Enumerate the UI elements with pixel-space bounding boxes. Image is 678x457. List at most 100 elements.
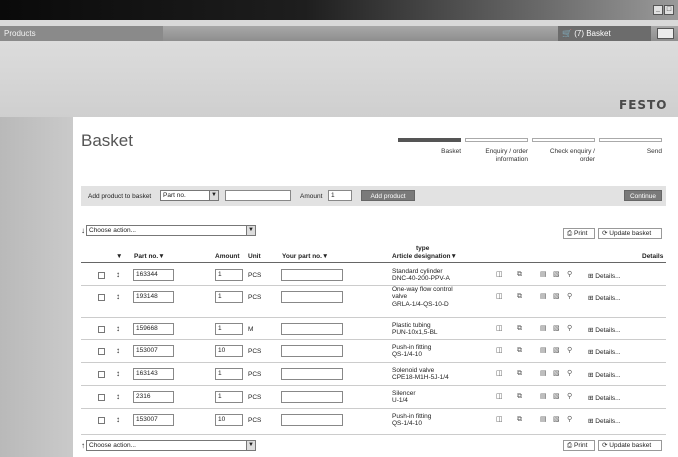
delete-icon[interactable]: ▧ bbox=[553, 293, 560, 301]
copy-icon[interactable]: ⧉ bbox=[517, 370, 522, 378]
copy-icon[interactable]: ⧉ bbox=[517, 347, 522, 355]
reorder-updown-icon[interactable]: ↕ bbox=[116, 325, 120, 333]
row-part-no[interactable]: 163143 bbox=[133, 368, 174, 380]
reorder-updown-icon[interactable]: ↕ bbox=[116, 271, 120, 279]
row-your-part-no-input[interactable] bbox=[281, 391, 343, 403]
row-amount-input[interactable]: 1 bbox=[215, 391, 243, 403]
reorder-updown-icon[interactable]: ↕ bbox=[116, 370, 120, 378]
row-your-part-no-input[interactable] bbox=[281, 414, 343, 426]
add-to-cart-icon[interactable]: ◫ bbox=[496, 416, 503, 424]
comment-icon[interactable]: ⚲ bbox=[567, 347, 572, 355]
comment-icon[interactable]: ⚲ bbox=[567, 416, 572, 424]
delete-icon[interactable]: ▧ bbox=[553, 325, 560, 333]
choose-action-select-bottom[interactable]: Choose action... ▼ bbox=[86, 440, 256, 451]
part-type-select[interactable]: Part no. ▼ bbox=[160, 190, 219, 201]
details-link[interactable]: ⊞ Details... bbox=[588, 417, 621, 425]
product-image-icon[interactable]: ▤ bbox=[540, 347, 547, 355]
continue-button[interactable]: Continue bbox=[624, 190, 662, 201]
comment-icon[interactable]: ⚲ bbox=[567, 293, 572, 301]
print-button-top[interactable]: ⎙ Print bbox=[563, 228, 595, 239]
reorder-updown-icon[interactable]: ↕ bbox=[116, 293, 120, 301]
restore-button[interactable]: □ bbox=[664, 5, 674, 15]
add-to-cart-icon[interactable]: ◫ bbox=[496, 393, 503, 401]
add-to-cart-icon[interactable]: ◫ bbox=[496, 370, 503, 378]
details-link[interactable]: ⊞ Details... bbox=[588, 348, 621, 356]
delete-icon[interactable]: ▧ bbox=[553, 393, 560, 401]
product-image-icon[interactable]: ▤ bbox=[540, 271, 547, 279]
comment-icon[interactable]: ⚲ bbox=[567, 393, 572, 401]
row-amount-input[interactable]: 1 bbox=[215, 323, 243, 335]
row-part-no[interactable]: 159668 bbox=[133, 323, 174, 335]
row-amount-input[interactable]: 1 bbox=[215, 269, 243, 281]
row-checkbox[interactable] bbox=[98, 294, 105, 301]
copy-icon[interactable]: ⧉ bbox=[517, 271, 522, 279]
row-checkbox[interactable] bbox=[98, 272, 105, 279]
update-basket-button-top[interactable]: ⟳ Update basket bbox=[598, 228, 662, 239]
sort-caret-icon[interactable]: ▼ bbox=[116, 253, 122, 260]
row-your-part-no-input[interactable] bbox=[281, 323, 343, 335]
product-image-icon[interactable]: ▤ bbox=[540, 393, 547, 401]
row-your-part-no-input[interactable] bbox=[281, 345, 343, 357]
copy-icon[interactable]: ⧉ bbox=[517, 293, 522, 301]
row-your-part-no-input[interactable] bbox=[281, 368, 343, 380]
row-checkbox[interactable] bbox=[98, 326, 105, 333]
tab-products[interactable]: Products bbox=[0, 26, 163, 41]
reorder-updown-icon[interactable]: ↕ bbox=[116, 347, 120, 355]
tab-extra-box[interactable] bbox=[657, 28, 674, 39]
add-to-cart-icon[interactable]: ◫ bbox=[496, 293, 503, 301]
row-checkbox[interactable] bbox=[98, 417, 105, 424]
reorder-updown-icon[interactable]: ↕ bbox=[116, 393, 120, 401]
row-divider bbox=[81, 385, 666, 386]
tab-basket[interactable]: 🛒 (7) Basket bbox=[558, 26, 651, 41]
product-image-icon[interactable]: ▤ bbox=[540, 325, 547, 333]
update-basket-button-bottom[interactable]: ⟳ Update basket bbox=[598, 440, 662, 451]
details-label: Details... bbox=[595, 372, 621, 379]
details-link[interactable]: ⊞ Details... bbox=[588, 326, 621, 334]
row-checkbox[interactable] bbox=[98, 348, 105, 355]
choose-action-select-top[interactable]: Choose action... ▼ bbox=[86, 225, 256, 236]
step-bar-basket bbox=[398, 138, 461, 142]
row-amount-input[interactable]: 1 bbox=[215, 291, 243, 303]
row-amount-input[interactable]: 1 bbox=[215, 368, 243, 380]
header-article[interactable]: Article designation▼ bbox=[392, 253, 457, 260]
row-part-no[interactable]: 2316 bbox=[133, 391, 174, 403]
details-link[interactable]: ⊞ Details... bbox=[588, 371, 621, 379]
row-amount-input[interactable]: 10 bbox=[215, 345, 243, 357]
add-to-cart-icon[interactable]: ◫ bbox=[496, 325, 503, 333]
reorder-updown-icon[interactable]: ↕ bbox=[116, 416, 120, 424]
copy-icon[interactable]: ⧉ bbox=[517, 416, 522, 424]
minimize-button[interactable]: _ bbox=[653, 5, 663, 15]
comment-icon[interactable]: ⚲ bbox=[567, 370, 572, 378]
delete-icon[interactable]: ▧ bbox=[553, 347, 560, 355]
row-your-part-no-input[interactable] bbox=[281, 291, 343, 303]
add-product-button[interactable]: Add product bbox=[361, 190, 415, 201]
add-to-cart-icon[interactable]: ◫ bbox=[496, 271, 503, 279]
row-part-no[interactable]: 153007 bbox=[133, 345, 174, 357]
row-part-no[interactable]: 193148 bbox=[133, 291, 174, 303]
row-part-no[interactable]: 163344 bbox=[133, 269, 174, 281]
print-button-bottom[interactable]: ⎙ Print bbox=[563, 440, 595, 451]
header-your-part-no[interactable]: Your part no.▼ bbox=[282, 253, 328, 260]
add-to-cart-icon[interactable]: ◫ bbox=[496, 347, 503, 355]
row-your-part-no-input[interactable] bbox=[281, 269, 343, 281]
row-checkbox[interactable] bbox=[98, 394, 105, 401]
comment-icon[interactable]: ⚲ bbox=[567, 325, 572, 333]
delete-icon[interactable]: ▧ bbox=[553, 370, 560, 378]
amount-input[interactable]: 1 bbox=[328, 190, 352, 201]
row-part-no[interactable]: 153007 bbox=[133, 414, 174, 426]
product-image-icon[interactable]: ▤ bbox=[540, 370, 547, 378]
row-amount-input[interactable]: 10 bbox=[215, 414, 243, 426]
product-image-icon[interactable]: ▤ bbox=[540, 416, 547, 424]
delete-icon[interactable]: ▧ bbox=[553, 416, 560, 424]
delete-icon[interactable]: ▧ bbox=[553, 271, 560, 279]
header-part-no[interactable]: Part no.▼ bbox=[134, 253, 165, 260]
comment-icon[interactable]: ⚲ bbox=[567, 271, 572, 279]
details-link[interactable]: ⊞ Details... bbox=[588, 272, 621, 280]
copy-icon[interactable]: ⧉ bbox=[517, 393, 522, 401]
product-image-icon[interactable]: ▤ bbox=[540, 293, 547, 301]
row-checkbox[interactable] bbox=[98, 371, 105, 378]
part-number-input[interactable] bbox=[225, 190, 291, 201]
details-link[interactable]: ⊞ Details... bbox=[588, 394, 621, 402]
details-link[interactable]: ⊞ Details... bbox=[588, 294, 621, 302]
copy-icon[interactable]: ⧉ bbox=[517, 325, 522, 333]
